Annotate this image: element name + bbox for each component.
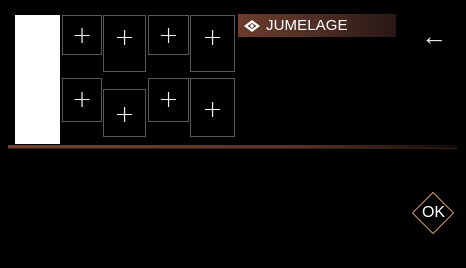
pairing-slot-1[interactable]: + [62,15,102,55]
pairing-screen: + + + + + + + + JUMELAGE ← OK [8,8,457,259]
page-title: JUMELAGE [266,17,348,34]
pairing-slot-8[interactable]: + [190,78,235,137]
diamond-eye-icon [244,19,260,32]
pairing-slot-7[interactable]: + [148,78,189,122]
pairing-slot-2[interactable]: + [103,15,146,72]
plus-icon: + [158,21,179,49]
white-preview-panel [15,15,60,144]
plus-icon: + [158,85,179,113]
separator-line [8,145,457,149]
title-bar: JUMELAGE [238,14,396,37]
plus-icon: + [202,23,223,51]
pairing-slot-6[interactable]: + [103,89,146,137]
back-arrow-icon[interactable]: ← [421,23,447,49]
plus-icon: + [71,85,93,113]
pairing-slot-5[interactable]: + [62,78,102,122]
plus-icon: + [114,23,135,51]
plus-icon: + [71,21,93,49]
pairing-slot-4[interactable]: + [190,15,235,72]
ok-button[interactable]: OK [411,191,456,236]
pairing-slot-3[interactable]: + [148,15,189,55]
plus-icon: + [114,100,135,128]
ok-label: OK [421,204,446,221]
plus-icon: + [202,95,223,123]
